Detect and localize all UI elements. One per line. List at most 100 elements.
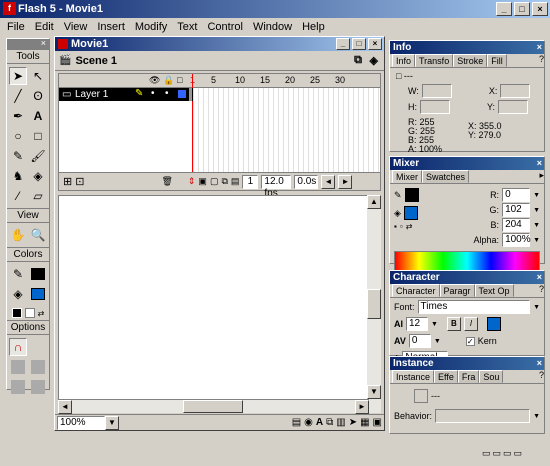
launcher-icon-2[interactable]: ▭	[493, 448, 502, 459]
oval-tool-icon[interactable]: ○	[9, 127, 27, 145]
lock-icon[interactable]: 🔒	[163, 75, 174, 86]
mixer-b-dropdown[interactable]: ▼	[533, 222, 540, 229]
scene-name[interactable]: Scene 1	[75, 55, 117, 67]
kern-checkbox[interactable]: ✓	[465, 336, 475, 346]
mixer-stroke-swatch[interactable]	[404, 188, 419, 202]
fill-color-swatch[interactable]	[29, 285, 47, 303]
horizontal-scroll-thumb[interactable]	[183, 400, 243, 413]
edit-symbols-icon[interactable]: ⧉	[354, 54, 362, 67]
stroke-color-swatch[interactable]	[29, 265, 47, 283]
add-guide-layer-icon[interactable]: ⊡	[75, 175, 84, 188]
stage-vertical-scrollbar[interactable]: ▲ ▼	[367, 195, 381, 413]
keyframe-1[interactable]	[189, 88, 193, 101]
mixer-alpha-dropdown[interactable]: ▼	[533, 237, 540, 244]
mixer-r-dropdown[interactable]: ▼	[533, 192, 540, 199]
doc-close-button[interactable]: ×	[368, 38, 382, 50]
subselect-tool-icon[interactable]: ↖	[29, 67, 47, 85]
frame-grid[interactable]	[189, 88, 380, 172]
close-button[interactable]: ×	[532, 2, 548, 16]
doc-minimize-button[interactable]: _	[336, 38, 350, 50]
behavior-select[interactable]	[435, 409, 531, 423]
stage-horizontal-scrollbar[interactable]: ◄ ►	[58, 399, 369, 414]
tab-frame[interactable]: Fra	[457, 370, 480, 383]
onion-outline-icon[interactable]: ▢	[210, 176, 219, 187]
edit-multiple-icon[interactable]: ⧉	[221, 176, 227, 187]
zoom-tool-icon[interactable]: 🔍	[29, 226, 47, 244]
frame-launcher-icon[interactable]: ▥	[336, 417, 345, 428]
tab-sound[interactable]: Sou	[479, 370, 504, 383]
mixer-alpha-field[interactable]: 100%	[502, 233, 531, 247]
timeline-scroll-left[interactable]: ◄	[321, 174, 336, 189]
instance-help-icon[interactable]: ?	[539, 370, 544, 383]
onion-skin-icon[interactable]: ▣	[198, 176, 207, 187]
vertical-scroll-thumb[interactable]	[367, 289, 381, 319]
launcher-icon-4[interactable]: ▭	[514, 448, 523, 459]
movie-explorer-icon[interactable]: ▦	[360, 417, 369, 428]
bold-button[interactable]: B	[446, 317, 461, 331]
mixer-menu-icon[interactable]: ▸	[539, 170, 544, 183]
mixer-g-dropdown[interactable]: ▼	[533, 207, 540, 214]
w-field[interactable]	[421, 84, 452, 98]
option-slot-2[interactable]	[29, 358, 47, 376]
maximize-button[interactable]: □	[514, 2, 530, 16]
no-color-icon[interactable]	[24, 308, 35, 318]
stage-canvas[interactable]	[58, 195, 369, 413]
delete-layer-icon[interactable]: 🗑	[161, 176, 172, 187]
lock-dot[interactable]: •	[165, 88, 169, 99]
tab-effect[interactable]: Effe	[434, 370, 458, 383]
instance-launcher-icon[interactable]: ⧉	[326, 417, 333, 428]
text-tool-icon[interactable]: A	[29, 107, 47, 125]
scroll-down-button[interactable]: ▼	[367, 385, 381, 399]
zoom-dropdown-icon[interactable]: ▼	[105, 415, 119, 430]
eye-icon[interactable]: 👁	[149, 75, 160, 86]
x-field[interactable]	[500, 84, 531, 98]
h-field[interactable]	[420, 100, 450, 114]
menu-help[interactable]: Help	[297, 21, 330, 33]
tracking-field[interactable]: 0	[408, 334, 431, 348]
tab-mixer[interactable]: Mixer	[392, 170, 422, 183]
mixer-launcher-icon[interactable]: ◉	[304, 417, 313, 428]
add-layer-icon[interactable]: ⊞	[63, 175, 72, 188]
mixer-none-icon[interactable]: ▫	[400, 222, 403, 231]
behavior-dropdown[interactable]: ▼	[533, 413, 540, 420]
font-dropdown[interactable]: ▼	[533, 304, 540, 311]
character-close-icon[interactable]: ×	[537, 271, 542, 284]
launcher-icon-1[interactable]: ▭	[482, 448, 491, 459]
mixer-b-field[interactable]: 204	[502, 218, 531, 232]
tab-text-options[interactable]: Text Op	[474, 284, 514, 297]
library-launcher-icon[interactable]: ▣	[373, 417, 382, 428]
color-spectrum[interactable]	[394, 251, 540, 271]
italic-button[interactable]: I	[463, 317, 478, 331]
menu-file[interactable]: File	[2, 21, 30, 33]
tab-transform[interactable]: Transfo	[415, 54, 454, 67]
font-size-field[interactable]: 12	[406, 317, 428, 331]
info-launcher-icon[interactable]: ▤	[292, 417, 301, 428]
tab-swatches[interactable]: Swatches	[422, 170, 470, 183]
rectangle-tool-icon[interactable]: □	[29, 127, 47, 145]
info-close-icon[interactable]: ×	[537, 41, 542, 54]
tab-character[interactable]: Character	[392, 284, 440, 297]
pencil-tool-icon[interactable]: ✎	[9, 147, 27, 165]
tab-info[interactable]: Info	[392, 54, 416, 67]
default-colors-icon[interactable]	[11, 308, 22, 318]
scroll-left-button[interactable]: ◄	[58, 400, 72, 414]
font-size-dropdown[interactable]: ▼	[431, 321, 438, 328]
mixer-default-icon[interactable]: ▪	[394, 222, 397, 231]
pen-tool-icon[interactable]: ✒	[9, 107, 27, 125]
line-tool-icon[interactable]: ╱	[9, 87, 27, 105]
actions-launcher-icon[interactable]: ➤	[349, 417, 357, 428]
option-slot-4[interactable]	[29, 378, 47, 396]
outline-icon[interactable]: □	[177, 75, 182, 85]
edit-scene-icon[interactable]: ◈	[370, 54, 378, 67]
eraser-tool-icon[interactable]: ▱	[29, 187, 47, 205]
scroll-up-button[interactable]: ▲	[367, 195, 381, 209]
font-field[interactable]: Times	[417, 300, 531, 314]
outline-color-box[interactable]	[178, 90, 186, 98]
arrow-tool-icon[interactable]: ➤	[9, 67, 27, 85]
eyedropper-tool-icon[interactable]: ⁄	[9, 187, 27, 205]
swap-colors-icon[interactable]: ⇄	[38, 309, 45, 318]
option-slot-3[interactable]	[9, 378, 27, 396]
mixer-swap-icon[interactable]: ⇄	[406, 222, 413, 231]
tab-fill[interactable]: Fill	[487, 54, 507, 67]
mixer-r-field[interactable]: 0	[502, 188, 531, 202]
